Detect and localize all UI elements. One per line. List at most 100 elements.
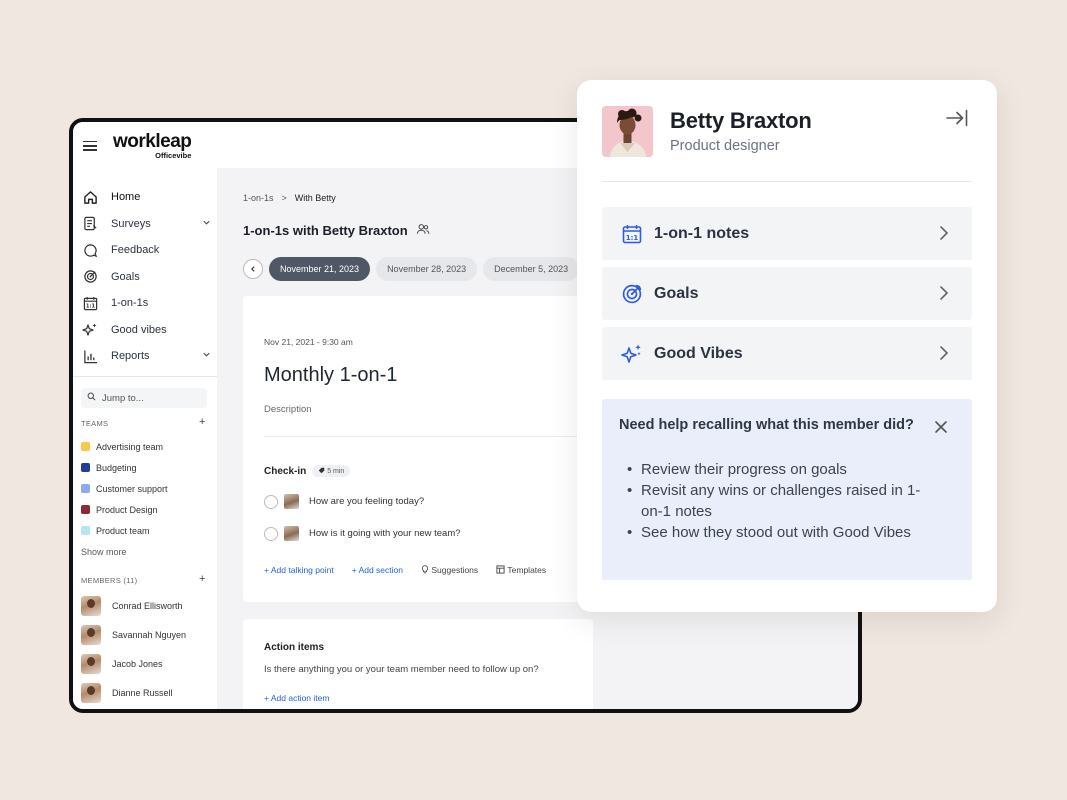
date-pill[interactable]: November 28, 2023 [376,257,478,281]
avatar [81,595,101,616]
talking-point-checkbox[interactable] [264,494,278,509]
logo-main: workleap [113,131,192,152]
search-icon [87,392,96,404]
sidebar-item-goals[interactable]: Goals [81,264,211,291]
chevron-down-icon[interactable] [202,350,211,362]
show-more-link[interactable]: Show more [81,547,127,557]
sidebar-item-label: 1-on-1s [111,297,149,310]
team-color-swatch [81,526,90,535]
sidebar-item-label: Surveys [111,217,151,230]
add-team-button[interactable]: + [199,416,205,428]
panel-link-label: Goals [654,284,699,302]
meeting-card: Nov 21, 2021 - 9:30 am Monthly 1-on-1 De… [243,296,593,602]
member-item[interactable]: Dianne Russell [81,678,186,707]
brand: workleap Officevibe [83,131,192,160]
member-name: Jacob Jones [112,658,163,669]
chevron-right-icon [938,344,950,367]
chevron-right-icon [938,224,950,247]
team-color-swatch [81,442,90,451]
action-items-card: Action items Is there anything you or yo… [243,619,593,709]
add-member-button[interactable]: + [199,573,205,585]
panel-link-goals[interactable]: Goals [602,267,972,320]
meeting-title[interactable]: Monthly 1-on-1 [264,364,397,387]
survey-icon [81,215,99,233]
date-pill[interactable]: November 21, 2023 [269,257,371,281]
talking-point-text[interactable]: How is it going with your new team? [309,528,461,539]
team-item[interactable]: Advertising team [81,436,168,457]
team-color-swatch [81,484,90,493]
member-name: Dianne Russell [112,687,173,698]
avatar [602,106,653,157]
breadcrumb-root[interactable]: 1-on-1s [243,193,274,203]
meeting-description[interactable]: Description [264,404,312,415]
sidebar-item-label: Reports [111,350,150,363]
add-action-item-button[interactable]: + Add action item [264,693,329,703]
team-item[interactable]: Budgeting [81,457,168,478]
duration-badge-text: 5 min [327,468,345,475]
target-icon [621,283,643,305]
sidebar-item-good-vibes[interactable]: Good vibes [81,317,211,344]
meeting-actions: + Add talking point + Add section Sugges… [264,565,546,575]
chevron-down-icon[interactable] [202,218,211,230]
team-item[interactable]: Product team [81,520,168,541]
logo[interactable]: workleap Officevibe [113,131,192,160]
templates-label: Templates [507,565,547,575]
help-tip-list: Review their progress on goals Revisit a… [619,459,929,543]
member-item[interactable]: Conrad Ellisworth [81,591,186,620]
talking-point-text[interactable]: How are you feeling today? [309,496,424,507]
talking-point: How are you feeling today? [264,494,424,509]
team-item[interactable]: Customer support [81,478,168,499]
team-color-swatch [81,463,90,472]
talking-point-checkbox[interactable] [264,526,278,541]
templates-button[interactable]: Templates [496,565,546,575]
panel-link-good-vibes[interactable]: Good Vibes [602,327,972,380]
add-talking-point-button[interactable]: + Add talking point [264,565,334,575]
member-name: Conrad Ellisworth [112,600,183,611]
sidebar-item-feedback[interactable]: Feedback [81,237,211,264]
breadcrumb-current: With Betty [294,193,336,203]
sidebar-item-label: Goals [111,270,140,283]
divider [264,436,593,437]
sparkles-icon [81,321,99,339]
members-title: MEMBERS (11) [81,576,138,585]
close-icon[interactable] [934,420,948,434]
checkin-section-title: Check-in 5 min [264,465,351,477]
sparkles-icon [621,343,643,365]
member-item[interactable]: Savannah Nguyen [81,620,186,649]
team-item[interactable]: Product Design [81,499,168,520]
panel-link-label: 1-on-1 notes [654,224,750,242]
duration-badge: 5 min [312,465,351,477]
logo-sub: Officevibe [155,151,192,160]
chevron-left-icon[interactable] [243,259,263,279]
sidebar-item-home[interactable]: Home [81,184,211,211]
team-label: Product Design [96,504,158,515]
target-icon [81,268,99,286]
collapse-panel-icon[interactable] [946,109,968,127]
help-tip-title: Need help recalling what this member did… [619,417,914,433]
feedback-icon [81,241,99,259]
breadcrumb: 1-on-1s > With Betty [243,193,336,203]
jump-to-input[interactable]: Jump to... [81,388,207,408]
team-label: Advertising team [96,441,164,452]
svg-text:1:1: 1:1 [85,303,95,309]
sidebar-divider [73,376,217,377]
panel-link-1on1-notes[interactable]: 1:1 1-on-1 notes [602,207,972,260]
avatar [284,494,299,509]
date-pill[interactable]: December 5, 2023 [483,257,580,281]
suggestions-button[interactable]: Suggestions [421,565,478,575]
help-tip-card: Need help recalling what this member did… [602,399,972,580]
users-icon[interactable] [416,223,430,238]
add-section-button[interactable]: + Add section [352,565,403,575]
sidebar-item-label: Home [111,191,141,204]
sidebar-item-1on1s[interactable]: 1:1 1-on-1s [81,290,211,317]
sidebar-item-reports[interactable]: Reports [81,343,211,370]
member-side-panel: Betty Braxton Product designer 1:1 1-on-… [577,80,997,612]
svg-text:1:1: 1:1 [626,233,639,241]
jump-to-placeholder: Jump to... [102,392,144,404]
member-item[interactable]: Jacob Jones [81,649,186,678]
avatar [81,682,101,703]
menu-icon[interactable] [83,140,97,151]
sidebar-item-surveys[interactable]: Surveys [81,211,211,238]
teams-title: TEAMS [81,419,109,428]
member-role: Product designer [670,138,780,154]
